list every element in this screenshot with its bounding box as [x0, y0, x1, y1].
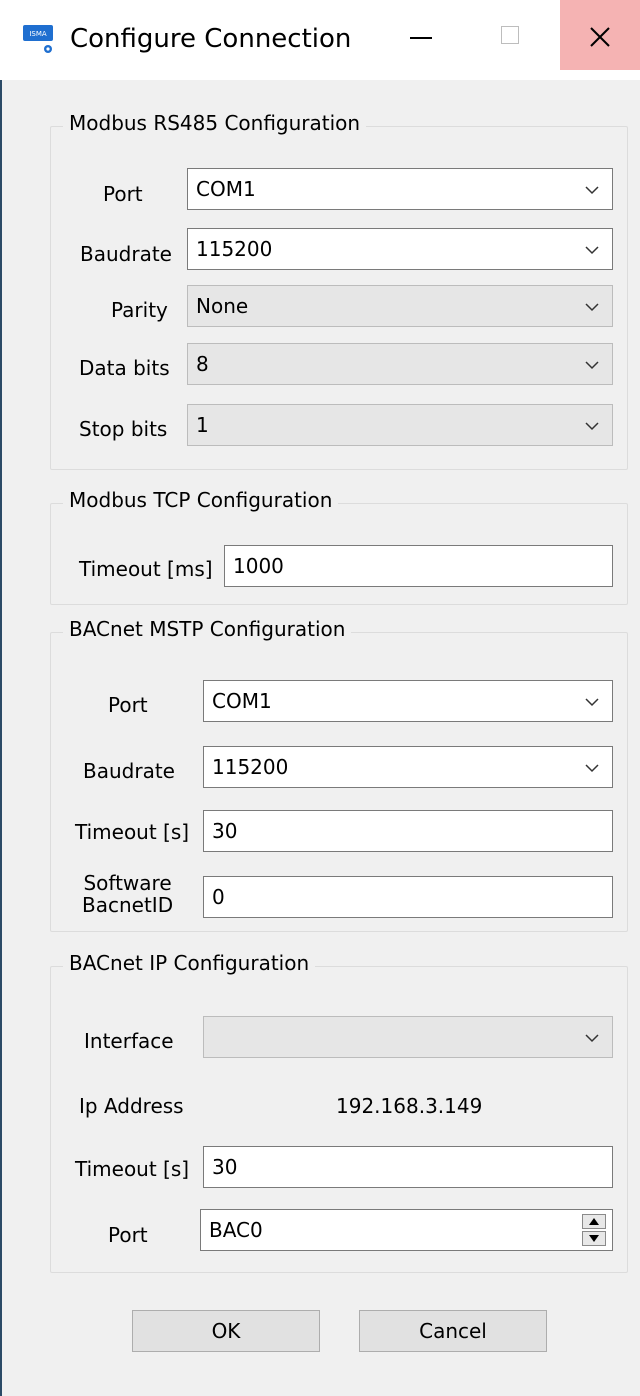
rs485-port-value: COM1 [196, 177, 256, 201]
rs485-parity-select[interactable]: None [187, 285, 613, 327]
label-rs485-parity: Parity [111, 298, 168, 322]
configure-connection-window: ISMA Configure Connection Modbus RS485 C… [0, 0, 640, 1396]
label-mstp-baudrate: Baudrate [83, 759, 175, 783]
rs485-port-select[interactable]: COM1 [187, 168, 613, 210]
label-ip-timeout: Timeout [s] [75, 1157, 190, 1181]
app-icon-text: ISMA [29, 30, 47, 38]
mstp-software-id-input[interactable]: 0 [203, 876, 613, 918]
label-rs485-databits: Data bits [79, 356, 170, 380]
ip-timeout-input[interactable]: 30 [203, 1146, 613, 1188]
group-title-bacnet-mstp: BACnet MSTP Configuration [63, 617, 352, 641]
rs485-stopbits-select[interactable]: 1 [187, 404, 613, 446]
maximize-icon[interactable] [474, 0, 554, 70]
mstp-port-select[interactable]: COM1 [203, 680, 613, 722]
label-mstp-software-id-line1: Software [83, 871, 172, 895]
tcp-timeout-input[interactable]: 1000 [224, 545, 613, 587]
close-x-glyph [590, 27, 610, 47]
chevron-down-icon [585, 764, 599, 773]
mstp-software-id-value: 0 [212, 885, 225, 909]
label-ip-interface: Interface [84, 1029, 174, 1053]
app-icon: ISMA [23, 25, 53, 53]
cancel-button[interactable]: Cancel [359, 1310, 547, 1352]
label-mstp-software-id: Software BacnetID [82, 872, 173, 916]
title-bar[interactable]: ISMA Configure Connection [0, 0, 640, 80]
label-rs485-stopbits: Stop bits [79, 417, 168, 441]
group-title-modbus-rs485: Modbus RS485 Configuration [63, 111, 367, 135]
mstp-port-value: COM1 [212, 689, 272, 713]
ip-address-value: 192.168.3.149 [336, 1094, 483, 1118]
ip-port-spinner[interactable]: BAC0 [200, 1209, 613, 1251]
label-mstp-timeout: Timeout [s] [75, 820, 190, 844]
group-title-bacnet-ip: BACnet IP Configuration [63, 951, 316, 975]
window-left-edge [0, 0, 8, 1396]
chevron-down-icon [585, 303, 599, 312]
mstp-baudrate-value: 115200 [212, 755, 289, 779]
ip-port-value: BAC0 [209, 1218, 263, 1242]
chevron-down-icon [585, 186, 599, 195]
label-rs485-port: Port [103, 182, 143, 206]
spinner-buttons [582, 1214, 606, 1246]
minimize-icon[interactable] [380, 0, 460, 70]
chevron-down-icon [585, 1034, 599, 1043]
spin-up-icon[interactable] [582, 1214, 606, 1229]
label-mstp-software-id-line2: BacnetID [82, 893, 174, 917]
chevron-down-icon [585, 246, 599, 255]
group-title-modbus-tcp: Modbus TCP Configuration [63, 488, 339, 512]
rs485-databits-select[interactable]: 8 [187, 343, 613, 385]
rs485-stopbits-value: 1 [196, 413, 209, 437]
ip-interface-select[interactable] [203, 1016, 613, 1058]
window-title: Configure Connection [70, 24, 352, 54]
mstp-timeout-value: 30 [212, 819, 238, 843]
rs485-parity-value: None [196, 294, 249, 318]
ip-timeout-value: 30 [212, 1155, 238, 1179]
label-ip-address: Ip Address [79, 1094, 184, 1118]
rs485-databits-value: 8 [196, 352, 209, 376]
label-mstp-port: Port [108, 693, 148, 717]
chevron-down-icon [585, 422, 599, 431]
chevron-down-icon [585, 698, 599, 707]
label-rs485-baudrate: Baudrate [80, 242, 172, 266]
spin-down-icon[interactable] [582, 1231, 606, 1246]
ok-button[interactable]: OK [132, 1310, 320, 1352]
close-icon[interactable] [560, 0, 640, 70]
mstp-timeout-input[interactable]: 30 [203, 810, 613, 852]
rs485-baudrate-value: 115200 [196, 237, 273, 261]
rs485-baudrate-select[interactable]: 115200 [187, 228, 613, 270]
tcp-timeout-value: 1000 [233, 554, 284, 578]
mstp-baudrate-select[interactable]: 115200 [203, 746, 613, 788]
label-tcp-timeout: Timeout [ms] [79, 557, 213, 581]
chevron-down-icon [585, 361, 599, 370]
label-ip-port: Port [108, 1223, 148, 1247]
